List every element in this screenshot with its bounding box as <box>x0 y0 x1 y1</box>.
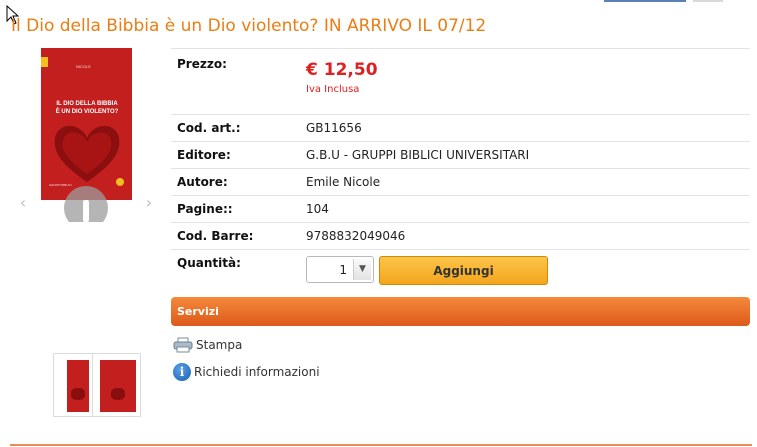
printer-icon <box>173 337 193 353</box>
price-value: € 12,50 <box>306 60 378 80</box>
table-row: Autore: Emile Nicole <box>171 168 750 196</box>
print-link[interactable]: Stampa <box>173 337 242 353</box>
gallery-next-arrow[interactable]: › <box>142 186 156 220</box>
quantity-label: Quantità: <box>171 249 300 302</box>
cover-brand: NICOLE <box>76 64 91 69</box>
product-title: Il Dio della Bibbia è un Dio violento? I… <box>11 16 487 36</box>
cover-badge <box>116 178 124 186</box>
add-to-cart-button[interactable]: Aggiungi <box>379 256 548 285</box>
detail-value: 9788832049046 <box>300 222 750 250</box>
price-row: Prezzo: € 12,50 Iva Inclusa <box>171 48 750 115</box>
request-info-link[interactable]: i Richiedi informazioni <box>173 363 320 381</box>
detail-label: Autore: <box>171 168 300 196</box>
table-row: Editore: G.B.U - GRUPPI BIBLICI UNIVERSI… <box>171 141 750 169</box>
publisher-tag <box>41 57 48 67</box>
vat-note: Iva Inclusa <box>306 84 360 95</box>
detail-value: GB11656 <box>300 114 750 142</box>
quantity-select[interactable]: 1 ▼ <box>306 256 374 283</box>
section-divider <box>10 444 752 446</box>
product-cover-image[interactable]: NICOLE IL DIO DELLA BIBBIA È UN DIO VIOL… <box>41 48 132 200</box>
gallery-prev-arrow[interactable]: ‹ <box>16 186 30 220</box>
cover-heart-artwork <box>54 125 120 182</box>
detail-value: 104 <box>300 195 750 223</box>
price-label: Prezzo: <box>171 48 300 115</box>
product-details-table: Prezzo: € 12,50 Iva Inclusa Cod. art.: G… <box>171 48 750 302</box>
print-label: Stampa <box>196 338 243 352</box>
table-row: Cod. Barre: 9788832049046 <box>171 222 750 250</box>
thumbnail-strip <box>53 353 141 417</box>
services-header: Servizi <box>171 297 750 326</box>
table-row: Pagine:: 104 <box>171 195 750 223</box>
thumbnail-front[interactable] <box>67 360 89 412</box>
detail-value: Emile Nicole <box>300 168 750 196</box>
share-button[interactable] <box>604 0 686 2</box>
share-button-secondary[interactable] <box>693 0 723 2</box>
thumbnail-alt[interactable] <box>100 360 136 412</box>
cover-title: IL DIO DELLA BIBBIA È UN DIO VIOLENTO? <box>55 101 119 115</box>
chevron-down-icon[interactable]: ▼ <box>353 259 371 280</box>
magnifier-icon[interactable] <box>64 186 108 222</box>
table-row: Cod. art.: GB11656 <box>171 114 750 142</box>
quantity-value: 1 <box>339 263 347 277</box>
detail-value: G.B.U - GRUPPI BIBLICI UNIVERSITARI <box>300 141 750 169</box>
detail-label: Pagine:: <box>171 195 300 223</box>
request-info-label: Richiedi informazioni <box>194 365 320 379</box>
detail-label: Editore: <box>171 141 300 169</box>
detail-label: Cod. Barre: <box>171 222 300 250</box>
info-icon: i <box>173 363 191 381</box>
quantity-row: Quantità: 1 ▼ Aggiungi <box>171 249 750 302</box>
detail-label: Cod. art.: <box>171 114 300 142</box>
